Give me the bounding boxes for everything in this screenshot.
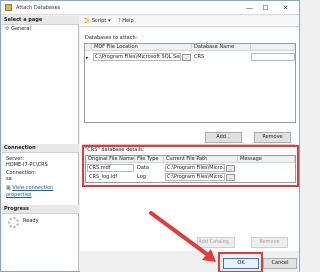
attach-databases-window: Attach Databases — ☐ ✕ Select a page ⚙ G… xyxy=(0,0,300,272)
annotation-arrow-icon xyxy=(149,211,216,262)
